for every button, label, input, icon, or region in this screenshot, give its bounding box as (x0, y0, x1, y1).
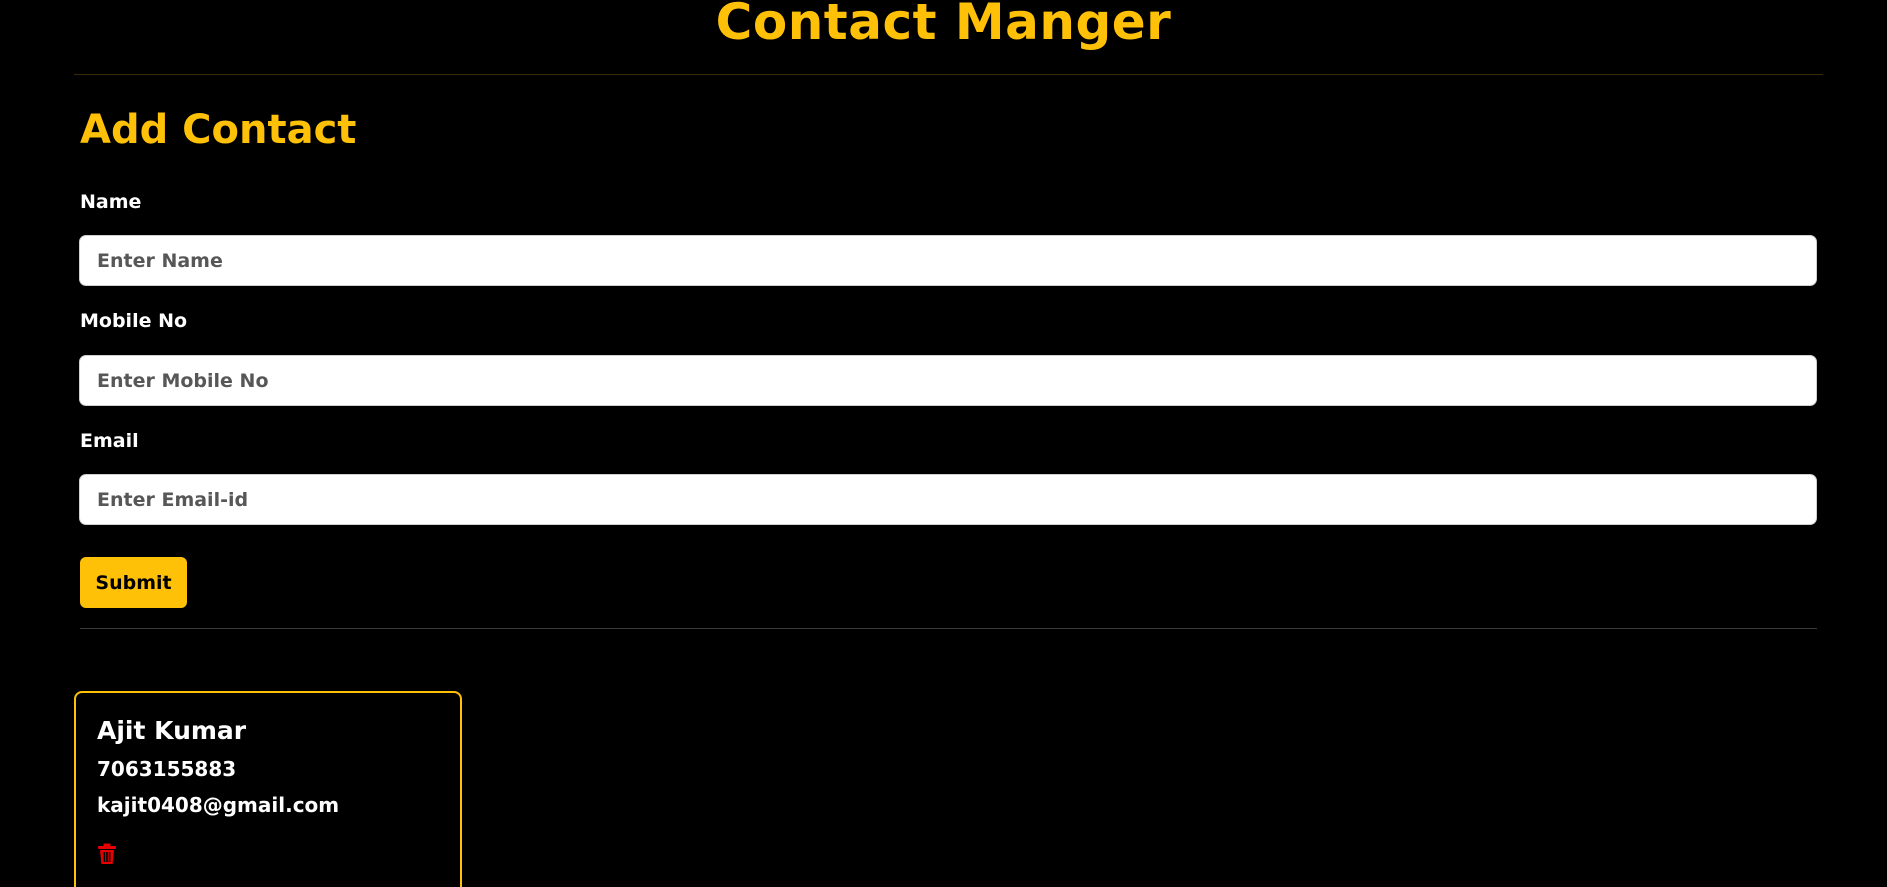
name-label: Name (80, 191, 142, 213)
form-divider (80, 628, 1817, 629)
mobile-label: Mobile No (80, 310, 188, 332)
page: Contact Manger Add Contact Name Mobile N… (0, 0, 1887, 887)
add-contact-heading: Add Contact (80, 107, 357, 153)
delete-contact-button[interactable] (95, 841, 121, 867)
submit-button[interactable]: Submit (80, 557, 187, 608)
mobile-input[interactable] (79, 355, 1817, 406)
title-divider (74, 74, 1823, 75)
contact-name: Ajit Kumar (97, 716, 247, 745)
app-title: Contact Manger (715, 0, 1172, 51)
contact-card: Ajit Kumar 7063155883 kajit0408@gmail.co… (74, 691, 462, 887)
contact-email: kajit0408@gmail.com (97, 793, 340, 817)
email-label: Email (80, 430, 139, 452)
name-input[interactable] (79, 235, 1817, 286)
trash-icon (95, 842, 121, 866)
email-input[interactable] (79, 474, 1817, 525)
contact-mobile: 7063155883 (97, 757, 237, 781)
